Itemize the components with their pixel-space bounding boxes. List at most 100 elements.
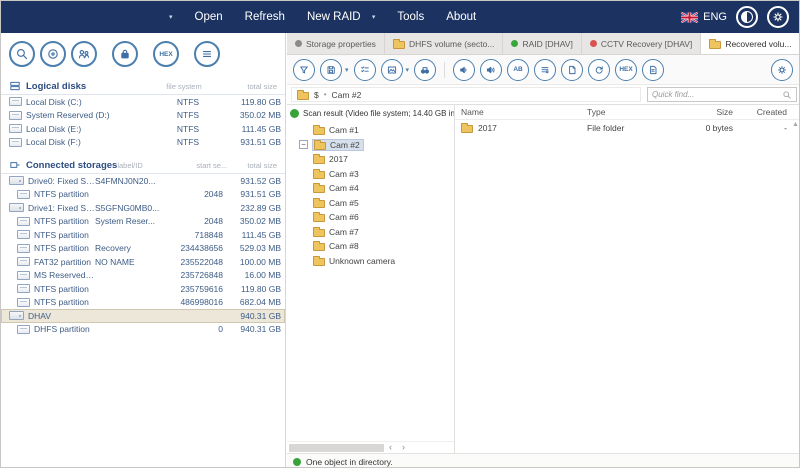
quick-find-input[interactable] bbox=[652, 90, 779, 99]
menu-about[interactable]: About bbox=[446, 11, 476, 23]
list-icon bbox=[539, 64, 551, 76]
drive-icon bbox=[9, 311, 24, 320]
tab-dhfs-volume[interactable]: DHFS volume (secto... bbox=[385, 33, 504, 54]
tab-storage-properties[interactable]: Storage properties bbox=[287, 33, 385, 54]
menu-caret-icon[interactable]: ▾ bbox=[169, 13, 173, 21]
vertical-scrollbar[interactable]: ▲ bbox=[791, 121, 800, 451]
language-selector[interactable]: ENG bbox=[681, 11, 727, 23]
folder-icon bbox=[297, 92, 309, 100]
breadcrumb-current[interactable]: Cam #2 bbox=[332, 90, 362, 100]
audio-settings-button[interactable] bbox=[480, 59, 502, 81]
checklist-icon bbox=[359, 64, 371, 76]
scrollbar-thumb[interactable] bbox=[289, 444, 384, 452]
partition-row[interactable]: FAT32 partitionNO NAME235522048100.00 MB bbox=[1, 255, 285, 269]
tab-raid-dhav[interactable]: RAID [DHAV] bbox=[503, 33, 581, 54]
folder-icon bbox=[709, 41, 721, 49]
partition-row[interactable]: NTFS partitionRecovery234438656529.03 MB bbox=[1, 242, 285, 256]
tree-item-cam4[interactable]: Cam #4 bbox=[287, 181, 454, 196]
scroll-right-button[interactable]: › bbox=[397, 443, 410, 452]
save-button[interactable] bbox=[320, 59, 342, 81]
file-row-2017[interactable]: 2017 File folder 0 bytes - bbox=[455, 120, 800, 135]
folder-icon bbox=[314, 142, 326, 150]
ab-icon: AB bbox=[513, 66, 522, 73]
preview-button[interactable] bbox=[381, 59, 403, 81]
partition-row[interactable]: DHFS partition0940.31 GB bbox=[1, 323, 285, 337]
view-options-button[interactable] bbox=[771, 59, 793, 81]
storage-menu-button[interactable] bbox=[194, 41, 220, 67]
tree-item-cam5[interactable]: Cam #5 bbox=[287, 196, 454, 211]
logical-disk-row[interactable]: Local Disk (E:)NTFS111.45 GB bbox=[1, 122, 285, 136]
explorer-content: Scan result (Video file system; 14.40 GB… bbox=[287, 105, 800, 453]
tree-item-cam7[interactable]: Cam #7 bbox=[287, 225, 454, 240]
define-selection-button[interactable] bbox=[354, 59, 376, 81]
settings-button[interactable] bbox=[767, 6, 789, 28]
save-dropdown-caret[interactable]: ▾ bbox=[345, 66, 349, 74]
tree-item-2017[interactable]: 2017 bbox=[287, 152, 454, 167]
tree-item-unknown-camera[interactable]: Unknown camera bbox=[287, 254, 454, 269]
horizontal-scrollbar[interactable]: ‹ › bbox=[287, 441, 454, 453]
tab-bar: Storage properties DHFS volume (secto...… bbox=[287, 33, 800, 55]
column-header-created[interactable]: Created bbox=[737, 107, 800, 117]
raid-builder-button[interactable] bbox=[71, 41, 97, 67]
menu-refresh[interactable]: Refresh bbox=[245, 11, 285, 23]
scroll-up-icon: ▲ bbox=[792, 121, 799, 128]
status-ok-icon bbox=[293, 458, 301, 466]
scan-storage-button[interactable] bbox=[9, 41, 35, 67]
refresh-view-button[interactable] bbox=[588, 59, 610, 81]
scroll-left-button[interactable]: ‹ bbox=[384, 443, 397, 452]
storage-row[interactable]: Drive0: Fixed Samsu...S4FMNJ0N20...931.5… bbox=[1, 174, 285, 188]
open-image-button[interactable] bbox=[40, 41, 66, 67]
partition-row[interactable]: NTFS partition718848111.45 GB bbox=[1, 228, 285, 242]
find-button[interactable] bbox=[414, 59, 436, 81]
partition-row[interactable]: NTFS partition486998016682.04 MB bbox=[1, 296, 285, 310]
rename-button[interactable]: AB bbox=[507, 59, 529, 81]
gear-icon bbox=[776, 64, 788, 76]
playlist-button[interactable] bbox=[534, 59, 556, 81]
tab-cctv-recovery[interactable]: CCTV Recovery [DHAV] bbox=[582, 33, 701, 54]
uk-flag-icon bbox=[681, 12, 698, 23]
theme-toggle-button[interactable] bbox=[736, 6, 758, 28]
storage-row-selected[interactable]: DHAV940.31 GB bbox=[1, 309, 285, 323]
top-menu-bar: ▾ Open Refresh New RAID ▾ Tools About EN… bbox=[1, 1, 799, 33]
logical-disk-row[interactable]: System Reserved (D:)NTFS350.02 MB bbox=[1, 109, 285, 123]
filter-button[interactable] bbox=[293, 59, 315, 81]
partition-icon bbox=[17, 230, 30, 239]
menu-open[interactable]: Open bbox=[195, 11, 223, 23]
tree-item-cam2[interactable]: −Cam #2 bbox=[287, 138, 454, 153]
drive-icon bbox=[9, 176, 24, 185]
collapse-icon[interactable]: − bbox=[299, 140, 308, 149]
logical-disks-panel: Logical disks file system total size Loc… bbox=[1, 78, 285, 149]
partition-row[interactable]: NTFS partition235759616119.80 GB bbox=[1, 282, 285, 296]
column-header-type[interactable]: Type bbox=[587, 107, 675, 117]
partition-row[interactable]: MS Reserved partition23572684816.00 MB bbox=[1, 269, 285, 283]
breadcrumb-root[interactable]: $ bbox=[314, 90, 319, 100]
storage-sidebar: HEX Logical disks file system total size… bbox=[1, 33, 286, 468]
column-header-size[interactable]: Size bbox=[675, 107, 737, 117]
logical-disk-row[interactable]: Local Disk (F:)NTFS931.51 GB bbox=[1, 136, 285, 150]
menu-tools[interactable]: Tools bbox=[397, 11, 424, 23]
partition-icon bbox=[17, 271, 30, 280]
tab-recovered-volume[interactable]: Recovered volu... bbox=[701, 33, 800, 54]
tree-item-cam6[interactable]: Cam #6 bbox=[287, 210, 454, 225]
breadcrumb[interactable]: $ • Cam #2 bbox=[291, 87, 641, 102]
column-header-name[interactable]: Name bbox=[455, 107, 587, 117]
users-icon bbox=[77, 47, 91, 61]
menu-new-raid[interactable]: New RAID ▾ bbox=[307, 11, 375, 23]
decrypt-button[interactable] bbox=[112, 41, 138, 67]
hex-viewer-button[interactable]: HEX bbox=[153, 41, 179, 67]
report-button[interactable] bbox=[642, 59, 664, 81]
play-audio-button[interactable] bbox=[453, 59, 475, 81]
floppy-icon bbox=[325, 64, 337, 76]
storage-row[interactable]: Drive1: Fixed Samsu...S5GFNG0MB0...232.8… bbox=[1, 201, 285, 215]
speaker-waves-icon bbox=[485, 64, 497, 76]
tree-item-cam8[interactable]: Cam #8 bbox=[287, 239, 454, 254]
tree-item-cam3[interactable]: Cam #3 bbox=[287, 167, 454, 182]
logical-disk-row[interactable]: Local Disk (C:)NTFS119.80 GB bbox=[1, 95, 285, 109]
partition-row[interactable]: NTFS partition2048931.51 GB bbox=[1, 188, 285, 202]
tree-item-cam1[interactable]: Cam #1 bbox=[287, 123, 454, 138]
breadcrumb-separator: • bbox=[324, 90, 327, 99]
hex-view-button[interactable]: HEX bbox=[615, 59, 637, 81]
file-info-button[interactable] bbox=[561, 59, 583, 81]
partition-row[interactable]: NTFS partitionSystem Reser...2048350.02 … bbox=[1, 215, 285, 229]
preview-dropdown-caret[interactable]: ▾ bbox=[406, 66, 410, 74]
